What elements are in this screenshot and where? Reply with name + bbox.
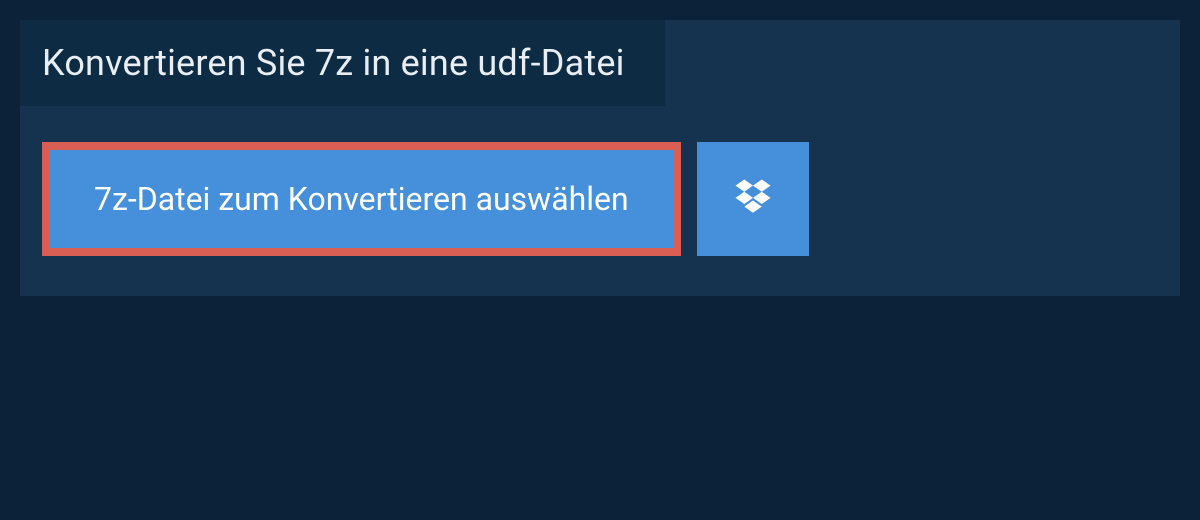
header-bar: Konvertieren Sie 7z in eine udf-Datei	[20, 20, 665, 106]
select-file-label: 7z-Datei zum Konvertieren auswählen	[94, 180, 629, 218]
action-row: 7z-Datei zum Konvertieren auswählen	[20, 106, 1180, 256]
dropbox-icon	[732, 176, 774, 222]
converter-panel: Konvertieren Sie 7z in eine udf-Datei 7z…	[20, 20, 1180, 296]
select-file-button[interactable]: 7z-Datei zum Konvertieren auswählen	[42, 142, 681, 256]
dropbox-button[interactable]	[697, 142, 809, 256]
page-title: Konvertieren Sie 7z in eine udf-Datei	[42, 42, 625, 84]
